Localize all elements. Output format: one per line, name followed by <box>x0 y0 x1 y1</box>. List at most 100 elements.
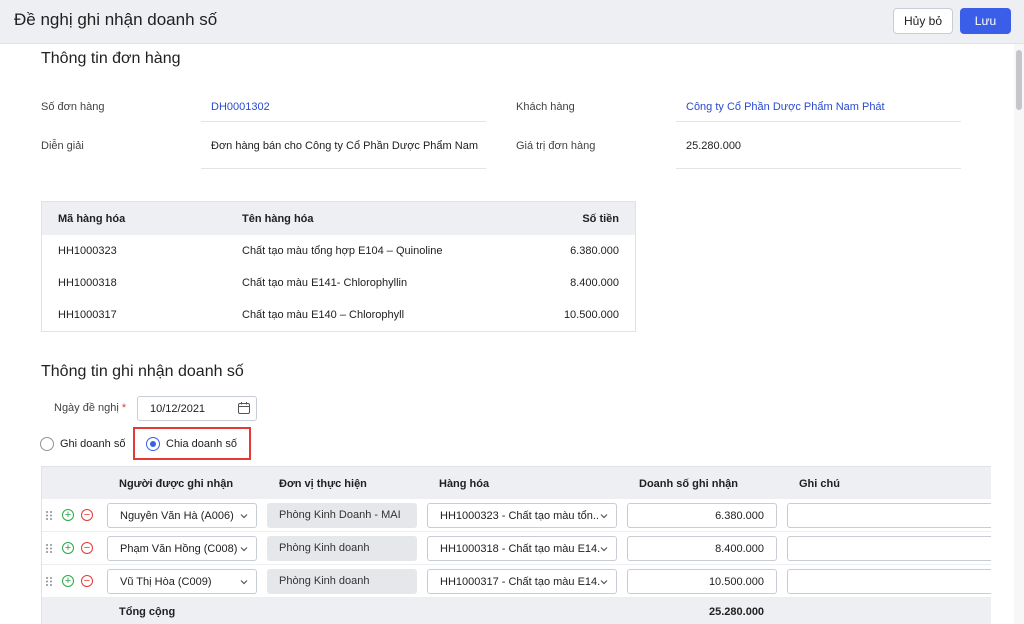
product-name: Chất tạo màu E140 – Chlorophyll <box>242 309 405 321</box>
note-input[interactable] <box>787 569 991 594</box>
product-amount: 8.400.000 <box>570 277 619 289</box>
unit-value: Phòng Kinh doanh <box>279 542 370 554</box>
request-date-picker[interactable]: 10/12/2021 <box>137 396 257 421</box>
product-select[interactable]: HH1000317 - Chất tạo màu E14... <box>427 569 617 594</box>
products-table: Mã hàng hóa Tên hàng hóa Số tiền HH10003… <box>41 201 636 332</box>
revenue-amount-value: 8.400.000 <box>715 543 764 555</box>
product-value: HH1000317 - Chất tạo màu E14... <box>440 576 600 588</box>
order-amount-label: Giá trị đơn hàng <box>516 140 596 152</box>
chevron-down-icon <box>600 547 608 552</box>
scrollbar[interactable] <box>1014 44 1024 624</box>
drag-handle-icon[interactable] <box>45 576 53 587</box>
table-row: HH1000317 Chất tạo màu E140 – Chlorophyl… <box>42 299 635 331</box>
product-name: Chất tạo màu E141- Chlorophyllin <box>242 277 408 289</box>
col-product: Hàng hóa <box>439 478 490 490</box>
product-code: HH1000317 <box>58 309 117 321</box>
chevron-down-icon <box>240 580 248 585</box>
revenue-amount-input[interactable]: 6.380.000 <box>627 503 777 528</box>
required-mark: * <box>121 402 127 414</box>
remove-row-icon[interactable]: − <box>81 542 93 554</box>
col-person: Người được ghi nhận <box>119 478 234 490</box>
drag-handle-icon[interactable] <box>45 510 53 521</box>
add-row-icon[interactable]: + <box>62 509 74 521</box>
add-row-icon[interactable]: + <box>62 575 74 587</box>
revenue-amount-input[interactable]: 10.500.000 <box>627 569 777 594</box>
customer-label: Khách hàng <box>516 101 575 113</box>
total-label: Tổng cộng <box>119 606 176 618</box>
record-revenue-radio[interactable] <box>40 437 54 451</box>
total-value: 25.280.000 <box>709 606 765 618</box>
chevron-down-icon <box>240 514 248 519</box>
unit-value: Phòng Kinh doanh <box>279 575 370 587</box>
divider <box>201 121 486 122</box>
add-row-icon[interactable]: + <box>62 542 74 554</box>
customer-link[interactable]: Công ty Cổ Phần Dược Phẩm Nam Phát <box>686 101 956 113</box>
request-date-value: 10/12/2021 <box>150 403 206 415</box>
person-select[interactable]: Phạm Văn Hồng (C008) <box>107 536 257 561</box>
product-code: HH1000323 <box>58 245 117 257</box>
page-title: Đề nghị ghi nhận doanh số <box>14 10 218 29</box>
order-amount-value: 25.280.000 <box>686 140 742 152</box>
revenue-amount-value: 10.500.000 <box>708 576 764 588</box>
chevron-down-icon <box>600 580 608 585</box>
divider <box>201 168 486 169</box>
order-no-label: Số đơn hàng <box>41 101 105 113</box>
order-no-link[interactable]: DH0001302 <box>211 101 481 113</box>
unit-field: Phòng Kinh doanh <box>267 536 417 561</box>
revenue-allocation-grid: Người được ghi nhận Đơn vị thực hiện Hàn… <box>41 466 991 624</box>
revenue-info-title: Thông tin ghi nhận doanh số <box>41 363 244 380</box>
description-label: Diễn giải <box>41 140 84 152</box>
person-select[interactable]: Vũ Thị Hòa (C009) <box>107 569 257 594</box>
note-input[interactable] <box>787 536 991 561</box>
table-row: + − Vũ Thị Hòa (C009) Phòng Kinh doanh H… <box>42 565 991 598</box>
col-unit: Đơn vị thực hiện <box>279 478 367 490</box>
unit-field: Phòng Kinh Doanh - MAI <box>267 503 417 528</box>
top-bar: Đề nghị ghi nhận doanh số Hủy bỏ Lưu <box>0 0 1024 44</box>
product-code: HH1000318 <box>58 277 117 289</box>
request-date-label-text: Ngày đề nghị <box>54 402 119 414</box>
col-product-name: Tên hàng hóa <box>242 212 314 225</box>
product-amount: 6.380.000 <box>570 245 619 257</box>
note-input[interactable] <box>787 503 991 528</box>
divider <box>676 121 961 122</box>
record-revenue-label[interactable]: Ghi doanh số <box>60 438 125 450</box>
highlight-box <box>133 427 251 460</box>
product-amount: 10.500.000 <box>563 309 619 321</box>
products-table-header: Mã hàng hóa Tên hàng hóa Số tiền <box>42 202 635 235</box>
description-value: Đơn hàng bán cho Công ty Cổ Phần Dược Ph… <box>211 140 481 152</box>
revenue-amount-value: 6.380.000 <box>715 510 764 522</box>
table-row: + − Nguyễn Văn Hà (A006) Phòng Kinh Doan… <box>42 499 991 532</box>
scrollbar-thumb[interactable] <box>1016 50 1022 110</box>
product-name: Chất tạo màu tổng hợp E104 – Quinoline <box>242 245 443 257</box>
chevron-down-icon <box>600 514 608 519</box>
col-note: Ghi chú <box>799 478 840 490</box>
unit-field: Phòng Kinh doanh <box>267 569 417 594</box>
request-date-label: Ngày đề nghị * <box>54 402 126 414</box>
product-select[interactable]: HH1000323 - Chất tạo màu tổn... <box>427 503 617 528</box>
person-value: Phạm Văn Hồng (C008) <box>120 543 238 555</box>
col-product-amount: Số tiền <box>582 212 619 225</box>
grid-header: Người được ghi nhận Đơn vị thực hiện Hàn… <box>42 466 991 499</box>
person-select[interactable]: Nguyễn Văn Hà (A006) <box>107 503 257 528</box>
divider <box>676 168 961 169</box>
drag-handle-icon[interactable] <box>45 543 53 554</box>
product-select[interactable]: HH1000318 - Chất tạo màu E14... <box>427 536 617 561</box>
grid-total-row: Tổng cộng 25.280.000 <box>42 598 991 624</box>
revenue-amount-input[interactable]: 8.400.000 <box>627 536 777 561</box>
product-value: HH1000323 - Chất tạo màu tổn... <box>440 510 600 522</box>
product-value: HH1000318 - Chất tạo màu E14... <box>440 543 600 555</box>
col-product-code: Mã hàng hóa <box>58 212 126 225</box>
table-row: + − Phạm Văn Hồng (C008) Phòng Kinh doan… <box>42 532 991 565</box>
table-row: HH1000318 Chất tạo màu E141- Chlorophyll… <box>42 267 635 299</box>
calendar-icon[interactable] <box>238 402 250 414</box>
order-info-title: Thông tin đơn hàng <box>41 50 181 67</box>
save-button[interactable]: Lưu <box>960 8 1011 34</box>
person-value: Nguyễn Văn Hà (A006) <box>120 510 234 522</box>
person-value: Vũ Thị Hòa (C009) <box>120 576 212 588</box>
unit-value: Phòng Kinh Doanh - MAI <box>279 509 401 521</box>
chevron-down-icon <box>240 547 248 552</box>
remove-row-icon[interactable]: − <box>81 509 93 521</box>
table-row: HH1000323 Chất tạo màu tổng hợp E104 – Q… <box>42 235 635 267</box>
remove-row-icon[interactable]: − <box>81 575 93 587</box>
cancel-button[interactable]: Hủy bỏ <box>893 8 953 34</box>
